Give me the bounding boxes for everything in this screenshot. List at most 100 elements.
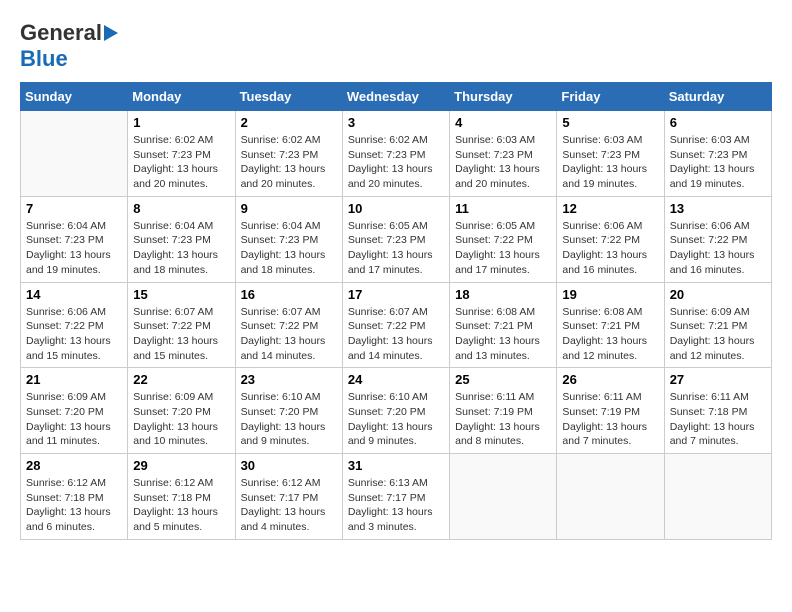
- calendar-day-cell: 16 Sunrise: 6:07 AMSunset: 7:22 PMDayligh…: [235, 282, 342, 368]
- day-info: Sunrise: 6:03 AMSunset: 7:23 PMDaylight:…: [455, 133, 551, 192]
- day-info: Sunrise: 6:09 AMSunset: 7:21 PMDaylight:…: [670, 305, 766, 364]
- day-number: 13: [670, 201, 766, 216]
- day-info: Sunrise: 6:07 AMSunset: 7:22 PMDaylight:…: [348, 305, 444, 364]
- day-number: 25: [455, 372, 551, 387]
- calendar-day-cell: 9 Sunrise: 6:04 AMSunset: 7:23 PMDaylight…: [235, 196, 342, 282]
- calendar-header-row: SundayMondayTuesdayWednesdayThursdayFrid…: [21, 83, 772, 111]
- calendar-day-cell: 31 Sunrise: 6:13 AMSunset: 7:17 PMDayligh…: [342, 454, 449, 540]
- page-header: General Blue: [20, 20, 772, 72]
- logo-blue-text: Blue: [20, 46, 68, 72]
- calendar-week-row: 7 Sunrise: 6:04 AMSunset: 7:23 PMDaylight…: [21, 196, 772, 282]
- calendar-week-row: 1 Sunrise: 6:02 AMSunset: 7:23 PMDaylight…: [21, 111, 772, 197]
- calendar-day-cell: 14Sunrise: 6:06 AMSunset: 7:22 PMDayligh…: [21, 282, 128, 368]
- day-info: Sunrise: 6:04 AMSunset: 7:23 PMDaylight:…: [241, 219, 337, 278]
- day-of-week-header: Thursday: [450, 83, 557, 111]
- day-info: Sunrise: 6:11 AMSunset: 7:19 PMDaylight:…: [455, 390, 551, 449]
- day-info: Sunrise: 6:10 AMSunset: 7:20 PMDaylight:…: [241, 390, 337, 449]
- day-number: 4: [455, 115, 551, 130]
- day-number: 16: [241, 287, 337, 302]
- day-number: 17: [348, 287, 444, 302]
- day-info: Sunrise: 6:12 AMSunset: 7:17 PMDaylight:…: [241, 476, 337, 535]
- day-info: Sunrise: 6:03 AMSunset: 7:23 PMDaylight:…: [562, 133, 658, 192]
- logo-arrow-icon: [104, 25, 118, 41]
- calendar-day-cell: 1 Sunrise: 6:02 AMSunset: 7:23 PMDaylight…: [128, 111, 235, 197]
- day-info: Sunrise: 6:02 AMSunset: 7:23 PMDaylight:…: [133, 133, 229, 192]
- calendar-day-cell: 25 Sunrise: 6:11 AMSunset: 7:19 PMDayligh…: [450, 368, 557, 454]
- calendar-day-cell: [450, 454, 557, 540]
- calendar-day-cell: 8 Sunrise: 6:04 AMSunset: 7:23 PMDaylight…: [128, 196, 235, 282]
- calendar-day-cell: [664, 454, 771, 540]
- day-number: 31: [348, 458, 444, 473]
- day-info: Sunrise: 6:02 AMSunset: 7:23 PMDaylight:…: [241, 133, 337, 192]
- calendar-day-cell: 24 Sunrise: 6:10 AMSunset: 7:20 PMDayligh…: [342, 368, 449, 454]
- day-number: 12: [562, 201, 658, 216]
- calendar-day-cell: 30Sunrise: 6:12 AMSunset: 7:17 PMDayligh…: [235, 454, 342, 540]
- calendar-day-cell: 2 Sunrise: 6:02 AMSunset: 7:23 PMDaylight…: [235, 111, 342, 197]
- day-number: 28: [26, 458, 122, 473]
- day-of-week-header: Tuesday: [235, 83, 342, 111]
- day-number: 7: [26, 201, 122, 216]
- day-of-week-header: Sunday: [21, 83, 128, 111]
- day-number: 8: [133, 201, 229, 216]
- day-info: Sunrise: 6:08 AMSunset: 7:21 PMDaylight:…: [455, 305, 551, 364]
- day-info: Sunrise: 6:08 AMSunset: 7:21 PMDaylight:…: [562, 305, 658, 364]
- day-number: 26: [562, 372, 658, 387]
- day-info: Sunrise: 6:12 AMSunset: 7:18 PMDaylight:…: [26, 476, 122, 535]
- calendar-day-cell: 11 Sunrise: 6:05 AMSunset: 7:22 PMDayligh…: [450, 196, 557, 282]
- day-of-week-header: Saturday: [664, 83, 771, 111]
- day-number: 21: [26, 372, 122, 387]
- day-info: Sunrise: 6:13 AMSunset: 7:17 PMDaylight:…: [348, 476, 444, 535]
- calendar-day-cell: [557, 454, 664, 540]
- day-info: Sunrise: 6:06 AMSunset: 7:22 PMDaylight:…: [562, 219, 658, 278]
- day-number: 11: [455, 201, 551, 216]
- calendar-day-cell: 27Sunrise: 6:11 AMSunset: 7:18 PMDayligh…: [664, 368, 771, 454]
- calendar-day-cell: 22 Sunrise: 6:09 AMSunset: 7:20 PMDayligh…: [128, 368, 235, 454]
- day-number: 23: [241, 372, 337, 387]
- day-number: 9: [241, 201, 337, 216]
- day-of-week-header: Monday: [128, 83, 235, 111]
- day-number: 19: [562, 287, 658, 302]
- day-info: Sunrise: 6:04 AMSunset: 7:23 PMDaylight:…: [133, 219, 229, 278]
- day-number: 20: [670, 287, 766, 302]
- day-info: Sunrise: 6:11 AMSunset: 7:18 PMDaylight:…: [670, 390, 766, 449]
- day-info: Sunrise: 6:09 AMSunset: 7:20 PMDaylight:…: [26, 390, 122, 449]
- calendar-day-cell: 3 Sunrise: 6:02 AMSunset: 7:23 PMDaylight…: [342, 111, 449, 197]
- calendar-day-cell: 6Sunrise: 6:03 AMSunset: 7:23 PMDaylight…: [664, 111, 771, 197]
- calendar-day-cell: 7Sunrise: 6:04 AMSunset: 7:23 PMDaylight…: [21, 196, 128, 282]
- day-info: Sunrise: 6:03 AMSunset: 7:23 PMDaylight:…: [670, 133, 766, 192]
- day-number: 1: [133, 115, 229, 130]
- calendar-week-row: 14Sunrise: 6:06 AMSunset: 7:22 PMDayligh…: [21, 282, 772, 368]
- calendar-day-cell: 15Sunrise: 6:07 AMSunset: 7:22 PMDayligh…: [128, 282, 235, 368]
- calendar-day-cell: 20 Sunrise: 6:09 AMSunset: 7:21 PMDayligh…: [664, 282, 771, 368]
- calendar-day-cell: 21 Sunrise: 6:09 AMSunset: 7:20 PMDayligh…: [21, 368, 128, 454]
- day-number: 18: [455, 287, 551, 302]
- day-info: Sunrise: 6:06 AMSunset: 7:22 PMDaylight:…: [26, 305, 122, 364]
- calendar-day-cell: 12 Sunrise: 6:06 AMSunset: 7:22 PMDayligh…: [557, 196, 664, 282]
- day-number: 15: [133, 287, 229, 302]
- day-info: Sunrise: 6:07 AMSunset: 7:22 PMDaylight:…: [241, 305, 337, 364]
- day-number: 2: [241, 115, 337, 130]
- calendar-day-cell: [21, 111, 128, 197]
- calendar-day-cell: 10Sunrise: 6:05 AMSunset: 7:23 PMDayligh…: [342, 196, 449, 282]
- calendar-day-cell: 26 Sunrise: 6:11 AMSunset: 7:19 PMDayligh…: [557, 368, 664, 454]
- day-info: Sunrise: 6:02 AMSunset: 7:23 PMDaylight:…: [348, 133, 444, 192]
- day-info: Sunrise: 6:10 AMSunset: 7:20 PMDaylight:…: [348, 390, 444, 449]
- calendar-week-row: 21 Sunrise: 6:09 AMSunset: 7:20 PMDayligh…: [21, 368, 772, 454]
- day-info: Sunrise: 6:05 AMSunset: 7:22 PMDaylight:…: [455, 219, 551, 278]
- calendar-day-cell: 29Sunrise: 6:12 AMSunset: 7:18 PMDayligh…: [128, 454, 235, 540]
- day-number: 24: [348, 372, 444, 387]
- calendar-table: SundayMondayTuesdayWednesdayThursdayFrid…: [20, 82, 772, 540]
- calendar-day-cell: 19 Sunrise: 6:08 AMSunset: 7:21 PMDayligh…: [557, 282, 664, 368]
- calendar-day-cell: 17 Sunrise: 6:07 AMSunset: 7:22 PMDayligh…: [342, 282, 449, 368]
- day-number: 22: [133, 372, 229, 387]
- day-number: 3: [348, 115, 444, 130]
- day-info: Sunrise: 6:11 AMSunset: 7:19 PMDaylight:…: [562, 390, 658, 449]
- calendar-day-cell: 28 Sunrise: 6:12 AMSunset: 7:18 PMDayligh…: [21, 454, 128, 540]
- logo: General Blue: [20, 20, 118, 72]
- day-number: 10: [348, 201, 444, 216]
- day-info: Sunrise: 6:06 AMSunset: 7:22 PMDaylight:…: [670, 219, 766, 278]
- day-info: Sunrise: 6:09 AMSunset: 7:20 PMDaylight:…: [133, 390, 229, 449]
- calendar-day-cell: 18 Sunrise: 6:08 AMSunset: 7:21 PMDayligh…: [450, 282, 557, 368]
- calendar-day-cell: 5Sunrise: 6:03 AMSunset: 7:23 PMDaylight…: [557, 111, 664, 197]
- day-number: 29: [133, 458, 229, 473]
